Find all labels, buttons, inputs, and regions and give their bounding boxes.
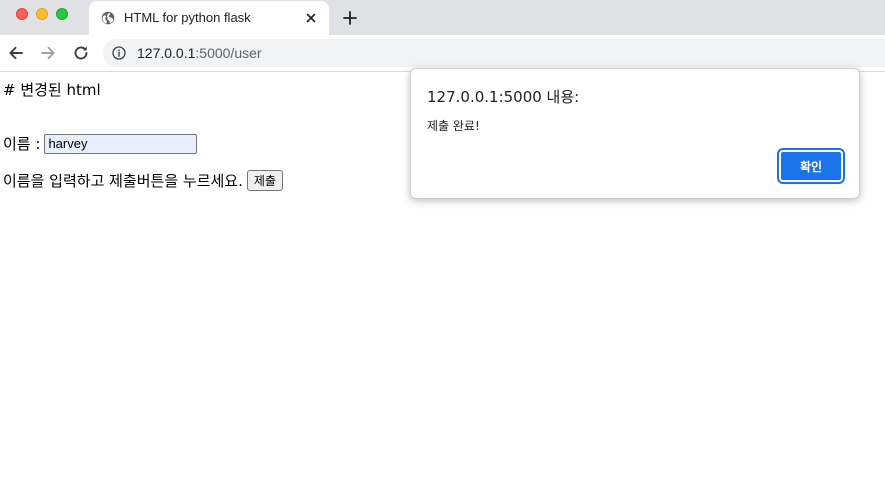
name-input[interactable] [44, 133, 198, 154]
minimize-window-button[interactable] [36, 8, 48, 20]
info-icon[interactable] [112, 46, 126, 60]
name-row: 이름 : [3, 133, 198, 154]
back-arrow-icon[interactable] [6, 43, 26, 63]
tab-title: HTML for python flask [124, 10, 251, 25]
close-window-button[interactable] [16, 8, 28, 20]
forward-arrow-icon[interactable] [38, 43, 58, 63]
browser-tab[interactable]: HTML for python flask [89, 1, 329, 35]
instruction-row: 이름을 입력하고 제출버튼을 누르세요. 제출 [3, 170, 283, 191]
close-tab-icon[interactable] [303, 10, 319, 26]
submit-button[interactable]: 제출 [246, 170, 283, 191]
name-label: 이름 : [3, 135, 41, 153]
dialog-title: 127.0.0.1:5000 내용: [427, 88, 580, 106]
url-host: 127.0.0.1 [137, 45, 196, 61]
globe-icon [101, 11, 115, 25]
reload-icon[interactable] [71, 43, 91, 63]
url-path: :5000/user [195, 45, 262, 61]
browser-tabstrip: HTML for python flask [0, 0, 885, 35]
browser-toolbar: 127.0.0.1:5000/user [0, 35, 885, 72]
dialog-message: 제출 완료! [427, 119, 480, 133]
zoom-window-button[interactable] [56, 8, 68, 20]
instruction-text: 이름을 입력하고 제출버튼을 누르세요. [3, 172, 243, 190]
new-tab-icon[interactable] [341, 9, 359, 27]
address-bar[interactable]: 127.0.0.1:5000/user [103, 39, 885, 67]
page-heading: # 변경된 html [3, 81, 101, 99]
ok-button[interactable]: 확인 [777, 148, 845, 184]
url-text[interactable]: 127.0.0.1:5000/user [137, 45, 262, 61]
alert-dialog: 127.0.0.1:5000 내용: 제출 완료! 확인 [410, 68, 860, 199]
